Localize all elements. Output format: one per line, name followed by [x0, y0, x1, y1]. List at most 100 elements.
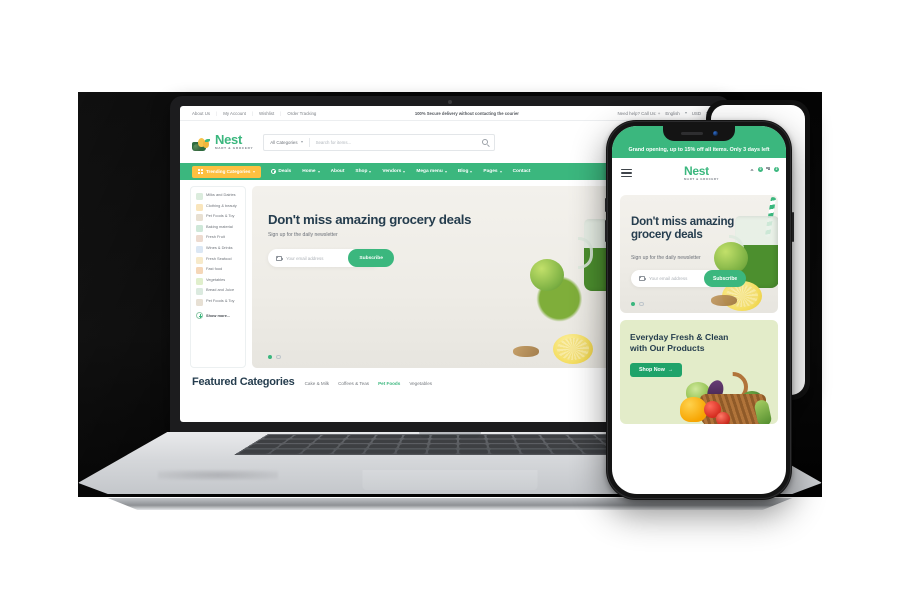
sidebar-item-fast-food[interactable]: Fast food [196, 266, 240, 275]
search-input[interactable]: Search for items... [316, 140, 477, 145]
nav-label: Blog [457, 169, 469, 174]
hero-heading: Don't miss amazing grocery deals [268, 212, 472, 227]
search-bar[interactable]: All Categories Search for items... [263, 133, 496, 151]
seafood-icon [196, 256, 203, 264]
search-category-select[interactable]: All Categories [270, 140, 303, 145]
nav-label: Home [302, 169, 316, 174]
sidebar-item-fresh-seafood[interactable]: Fresh Seafood [196, 255, 240, 264]
sidebar-item-wines-and-drinks[interactable]: Wines & Drinks [196, 244, 240, 253]
tab-vegetables[interactable]: Vegetables [409, 381, 432, 386]
sidebar-item-label: Baking material [206, 223, 233, 229]
chevron-down-icon [470, 170, 473, 173]
hero-subheading: Sign up for the daily newsletter [268, 232, 338, 239]
nav-item-vendors[interactable]: Vendors [382, 169, 406, 174]
webcam-icon [448, 100, 452, 104]
topbar-link-wishlist[interactable]: Wishlist [259, 111, 274, 116]
topbar-notice: 100% Secure delivery without contacting … [414, 110, 519, 116]
pet-food-icon [196, 214, 203, 222]
tab-coffees-and-teas[interactable]: Coffees & Teas [338, 381, 369, 386]
vegetable-basket-image [664, 365, 776, 424]
sidebar-item-vegetables[interactable]: Vegetables [196, 276, 240, 285]
nav-label: Shop [355, 169, 368, 174]
hero-copy: Don't miss amazing grocery deals Sign up… [268, 212, 481, 268]
mobile-header: Nest MART & GROCERY 0 2 [612, 158, 786, 188]
volume-up-button[interactable] [604, 198, 607, 212]
logo-mark-icon [192, 136, 212, 151]
trackpad [362, 470, 538, 490]
nav-item-contact[interactable]: Contact [513, 169, 531, 174]
surface-reflection [158, 470, 278, 480]
mobile-hero-image [690, 195, 778, 313]
carousel-dot-active[interactable] [631, 301, 636, 306]
sidebar-item-label: Fresh Seafood [206, 255, 232, 261]
logo-name: Nest [684, 164, 709, 178]
sidebar-item-bread-and-juice[interactable]: Bread and Juice [196, 287, 240, 296]
volume-down-button[interactable] [604, 220, 607, 242]
logo-name: Nest [215, 132, 242, 148]
carousel-dot-active[interactable] [268, 354, 273, 359]
language-selector[interactable]: English [665, 111, 679, 116]
divider: | [280, 110, 282, 116]
nav-item-home[interactable]: Home [302, 169, 320, 174]
sidebar-item-label: Wines & Drinks [206, 244, 233, 250]
featured-categories-title: Featured Categories [192, 376, 295, 388]
sidebar-item-clothing-and-beauty[interactable]: Clothing & beauty [196, 202, 240, 211]
currency-selector[interactable]: USD [692, 111, 701, 116]
chevron-down-icon [403, 170, 406, 173]
sidebar-item-label: Clothing & beauty [206, 202, 237, 208]
tab-cake-and-milk[interactable]: Cake & Milk [305, 381, 330, 386]
subscribe-button[interactable]: Subscribe [348, 249, 394, 268]
tab-pet-foods[interactable]: Pet Foods [378, 381, 400, 386]
wine-icon [196, 245, 203, 253]
desktop-topbar: About Us | My Account | Wishlist | Order… [180, 106, 720, 121]
mobile-promo-card[interactable]: Everyday Fresh & Clean with Our Products… [620, 320, 778, 424]
power-button[interactable] [791, 212, 794, 242]
sidebar-item-label: Bread and Juice [206, 287, 235, 293]
trending-categories-button[interactable]: Trending Categories [192, 165, 262, 178]
sidebar-item-baking-material[interactable]: Baking material [196, 223, 240, 232]
nav-item-mega-menu[interactable]: Mega menu [416, 169, 447, 174]
topbar-link-about[interactable]: About Us [192, 111, 210, 116]
sidebar-item-label: Pet Foods & Toy [206, 213, 235, 219]
sidebar-item-fresh-fruit[interactable]: Fresh Fruit [196, 235, 240, 243]
topbar-link-order-tracking[interactable]: Order Tracking [287, 111, 316, 116]
mobile-hero-banner: Don't miss amazing grocery deals Sign up… [620, 195, 778, 313]
mockup-scene: About Us | My Account | Wishlist | Order… [0, 0, 900, 600]
lemon-image [552, 334, 593, 365]
search-icon[interactable] [482, 139, 489, 145]
hamburger-menu-icon[interactable] [621, 168, 632, 178]
sidebar-item-label: Milks and Dairies [206, 192, 236, 197]
topbar-link-account[interactable]: My Account [223, 111, 246, 116]
sidebar-item-label: Vegetables [206, 276, 226, 282]
sidebar-item-pet-foods-toy-2[interactable]: Pet Foods & Toy [196, 298, 240, 306]
show-more-button[interactable]: Show more... [196, 311, 240, 319]
mobile-wishlist-button[interactable]: 0 [752, 166, 763, 178]
chevron-down-icon [684, 112, 687, 114]
mobile-cart-button[interactable]: 2 [766, 166, 779, 178]
clothing-icon [196, 203, 203, 211]
keyboard-row [262, 434, 654, 439]
fruit-icon [196, 235, 203, 243]
nav-label: Mega menu [416, 169, 443, 174]
sidebar-item-milks-and-dairies[interactable]: Milks and Dairies [196, 192, 240, 200]
site-logo[interactable]: Nest MART & GROCERY [192, 132, 253, 151]
bread-icon [196, 288, 203, 296]
nav-item-shop[interactable]: Shop [355, 169, 372, 174]
divider: | [216, 110, 218, 116]
front-camera-icon [712, 131, 718, 136]
nav-item-blog[interactable]: Blog [458, 169, 473, 174]
chevron-down-icon [317, 170, 320, 173]
shop-now-label: Shop Now [639, 366, 665, 373]
keyboard-row [255, 439, 661, 444]
milk-icon [196, 193, 203, 200]
mobile-site-logo[interactable]: Nest MART & GROCERY [665, 165, 719, 181]
sidebar-item-pet-foods-toy[interactable]: Pet Foods & Toy [196, 213, 240, 222]
grid-icon [198, 169, 203, 174]
carousel-dot[interactable] [639, 301, 644, 306]
carousel-dot[interactable] [276, 354, 281, 359]
nav-item-about[interactable]: About [331, 169, 345, 174]
nav-item-deals[interactable]: Deals [271, 169, 291, 174]
nav-item-pages[interactable]: Pages [483, 169, 502, 174]
mobile-subscribe-button[interactable]: Subscribe [704, 270, 747, 287]
chevron-down-icon [300, 141, 303, 143]
